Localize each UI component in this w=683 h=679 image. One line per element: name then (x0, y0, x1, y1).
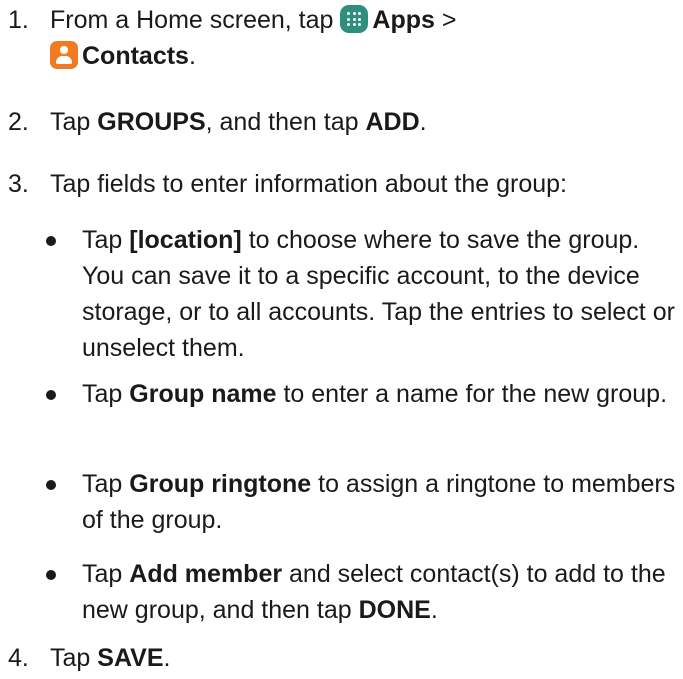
apps-grid-icon (340, 5, 369, 33)
step-4-text: Tap SAVE. (50, 640, 676, 676)
groups-label: GROUPS (97, 108, 206, 136)
contacts-label: Contacts (82, 42, 189, 70)
step-2-text: Tap GROUPS, and then tap ADD. (50, 104, 676, 140)
bullet-prefix: Tap (82, 380, 130, 408)
step-3-text: Tap fields to enter information about th… (50, 170, 567, 198)
bullet-text: Tap Add member and select contact(s) to … (82, 556, 682, 628)
bullet-dot (46, 480, 56, 490)
step-text: From a Home screen, tap (50, 6, 334, 34)
step-text: , and then tap (205, 108, 366, 136)
contacts-person-icon (50, 41, 78, 69)
add-member-label: Add member (129, 560, 283, 588)
bullet-rest: to enter a name for the new group. (276, 380, 668, 408)
period: . (163, 644, 171, 672)
step-1-line-1: From a Home screen, tap Apps > (50, 2, 676, 38)
step-1-line-2: Contacts. (50, 38, 676, 74)
bullet-prefix: Tap (82, 470, 130, 498)
location-label: [location] (129, 226, 242, 254)
step-text: Tap (50, 644, 98, 672)
bullet-dot (46, 236, 56, 246)
save-label: SAVE (97, 644, 164, 672)
group-name-label: Group name (129, 380, 277, 408)
step-text: Tap (50, 108, 98, 136)
bullet-text: Tap Group name to enter a name for the n… (82, 376, 682, 412)
bullet-text: Tap Group ringtone to assign a ringtone … (82, 466, 682, 538)
period: . (419, 108, 427, 136)
step-number: 4. (8, 644, 29, 672)
separator: > (441, 6, 457, 34)
apps-label: Apps (372, 6, 435, 34)
period: . (188, 42, 196, 70)
step-number: 3. (8, 170, 29, 198)
bullet-text: Tap [location] to choose where to save t… (82, 222, 682, 366)
bullet-dot (46, 390, 56, 400)
bullet-prefix: Tap (82, 560, 130, 588)
done-label: DONE (358, 596, 431, 624)
add-label: ADD (365, 108, 420, 136)
step-number: 2. (8, 108, 29, 136)
period: . (430, 596, 438, 624)
bullet-dot (46, 570, 56, 580)
bullet-prefix: Tap (82, 226, 130, 254)
step-1-text: From a Home screen, tap Apps > Contacts. (50, 2, 676, 74)
step-number: 1. (8, 6, 29, 34)
group-ringtone-label: Group ringtone (129, 470, 312, 498)
